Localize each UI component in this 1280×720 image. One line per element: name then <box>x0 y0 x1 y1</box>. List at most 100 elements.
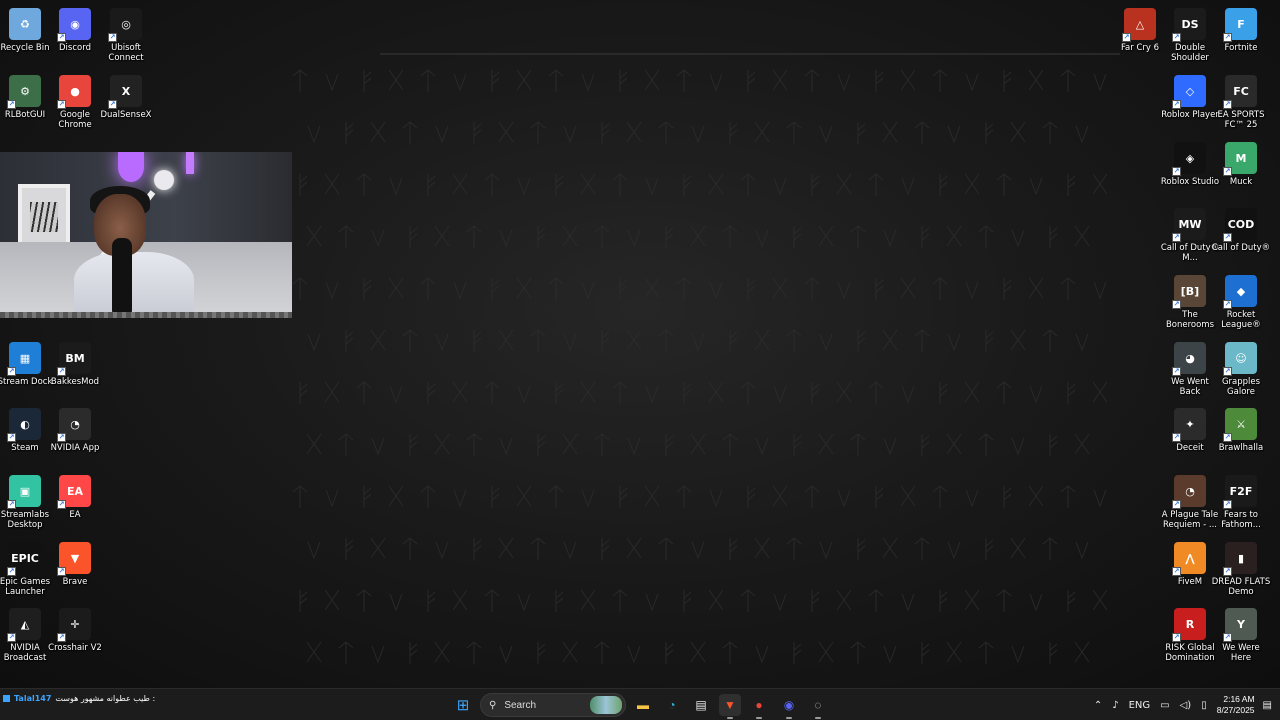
desktop-icon-epic-games[interactable]: EPIC ↗ Epic Games Launcher <box>0 537 50 603</box>
desktop-icon-label: NVIDIA App <box>50 443 100 453</box>
steam-icon: ◐ ↗ <box>7 408 41 442</box>
shortcut-arrow-icon: ↗ <box>1172 167 1181 176</box>
desktop-icon-streamlabs[interactable]: ▣ ↗ Streamlabs Desktop <box>0 470 50 536</box>
running-indicator <box>727 717 733 719</box>
dualsensex-icon: X ↗ <box>108 75 142 109</box>
desktop-icon-bonerooms[interactable]: [B] ↗ The Bonerooms <box>1165 270 1215 336</box>
desktop-icon-steam[interactable]: ◐ ↗ Steam <box>0 403 50 469</box>
desktop-icon-ea-fc[interactable]: FC ↗ EA SPORTS FC™ 25 <box>1216 70 1266 136</box>
desktop-icon-dualsensex[interactable]: X ↗ DualSenseX <box>101 70 152 136</box>
search-icon: ⚲ <box>489 699 497 711</box>
desktop-icon-label: Fears to Fathom... <box>1221 510 1261 530</box>
nvidia-broadcast-icon: ◭ ↗ <box>7 608 41 642</box>
desktop-icon-discord[interactable]: ◉ ↗ Discord <box>50 3 100 69</box>
desktop-icon-roblox-studio[interactable]: ◈ ↗ Roblox Studio <box>1161 137 1219 203</box>
shortcut-arrow-icon: ↗ <box>1172 567 1181 576</box>
volume-icon[interactable]: ◁) <box>1180 700 1192 711</box>
chevron-up-icon[interactable]: ⌃ <box>1094 700 1102 711</box>
shortcut-arrow-icon: ↗ <box>1223 500 1232 509</box>
search-box[interactable]: ⚲ Search <box>480 693 626 717</box>
desktop-wallpaper <box>0 0 1280 688</box>
we-went-back-icon: ◕ ↗ <box>1172 342 1206 376</box>
desktop-icon-bakkesmod[interactable]: BM ↗ BakkesMod <box>50 337 100 403</box>
webcam-overlay <box>0 152 292 318</box>
desktop-icon-ea[interactable]: EA ↗ EA <box>50 470 100 536</box>
desktop-icon-label: Fortnite <box>1224 43 1258 53</box>
taskbar-discord[interactable]: ◉ <box>778 694 800 719</box>
rlbot-icon: ⚙ ↗ <box>7 75 41 109</box>
running-indicator <box>786 717 792 719</box>
desktop-icon-brave[interactable]: ▼ ↗ Brave <box>50 537 100 603</box>
desktop-icon-far-cry[interactable]: △ ↗ Far Cry 6 <box>1115 3 1165 69</box>
clock-time: 2:16 AM <box>1223 694 1255 704</box>
desktop-icon-fivem[interactable]: ⋀ ↗ FiveM <box>1165 537 1215 603</box>
dread-flats-icon: ▮ ↗ <box>1223 542 1257 576</box>
clock[interactable]: 2:16 AM 8/27/2025 <box>1217 694 1255 716</box>
shortcut-arrow-icon: ↗ <box>108 100 117 109</box>
shortcut-arrow-icon: ↗ <box>1223 367 1232 376</box>
desktop-icon-we-were-here[interactable]: Y ↗ We Were Here <box>1216 603 1266 669</box>
chat-icon <box>3 695 10 702</box>
desktop-icon-label: Brawlhalla <box>1218 443 1264 453</box>
desktop-icon-double-shoulder[interactable]: DS ↗ Double Shoulder <box>1165 3 1215 69</box>
grapples-galore-icon: ☺ ↗ <box>1223 342 1257 376</box>
desktop-icon-crosshair[interactable]: ✛ ↗ Crosshair V2 <box>48 603 102 669</box>
desktop-icon-fears-to-fathom[interactable]: F2F ↗ Fears to Fathom... <box>1216 470 1266 536</box>
battery-icon[interactable]: ▯ <box>1201 700 1207 711</box>
desktop-icon-risk[interactable]: R ↗ RISK Global Domination <box>1165 603 1215 669</box>
taskbar-brave[interactable]: ▼ <box>719 694 741 719</box>
notification-icon[interactable]: ▤ <box>1263 700 1272 711</box>
desktop-icon-roblox[interactable]: ◇ ↗ Roblox Player <box>1161 70 1219 136</box>
desktop-icon-fortnite[interactable]: F ↗ Fortnite <box>1216 3 1266 69</box>
desktop-icon-stream-dock[interactable]: ▦ ↗ Stream Dock <box>0 337 52 403</box>
taskbar-file-explorer[interactable]: ▬ <box>632 694 654 716</box>
wallpaper-runes <box>292 53 1120 664</box>
risk-icon: R ↗ <box>1172 608 1206 642</box>
ea-icon: EA ↗ <box>57 475 91 509</box>
desktop-icon-recycle-bin[interactable]: ♻ Recycle Bin <box>0 3 50 69</box>
desktop-icon-brawlhalla[interactable]: ⚔ ↗ Brawlhalla <box>1216 403 1266 469</box>
shortcut-arrow-icon: ↗ <box>1223 167 1232 176</box>
network-icon[interactable]: ▭ <box>1160 700 1169 711</box>
desktop-icon-grapples-galore[interactable]: ☺ ↗ Grapples Galore <box>1216 337 1266 403</box>
crosshair-icon: ✛ ↗ <box>57 608 91 642</box>
shortcut-arrow-icon: ↗ <box>1223 633 1232 642</box>
language-indicator[interactable]: ENG <box>1129 700 1151 711</box>
desktop-icon-dread-flats[interactable]: ▮ ↗ DREAD FLATS Demo <box>1212 537 1270 603</box>
recycle-bin-icon: ♻ <box>9 8 41 40</box>
desktop-icon-label: Call of Duty® <box>1211 243 1271 253</box>
desktop-icon-call-of-duty[interactable]: COD ↗ Call of Duty® <box>1212 203 1270 269</box>
desktop-icon-rocket-league[interactable]: ◆ ↗ Rocket League® <box>1216 270 1266 336</box>
nvidia-app-icon: ◔ ↗ <box>57 408 91 442</box>
shortcut-arrow-icon: ↗ <box>1172 633 1181 642</box>
desktop-icon-label: We Were Here <box>1222 643 1260 663</box>
desktop-icon-ubisoft[interactable]: ◎ ↗ Ubisoft Connect <box>101 3 151 69</box>
desktop-icon-nvidia-broadcast[interactable]: ◭ ↗ NVIDIA Broadcast <box>0 603 50 669</box>
taskbar-obs-streamlabs[interactable]: ◌ <box>807 694 829 719</box>
shortcut-arrow-icon: ↗ <box>1223 33 1232 42</box>
desktop-icon-label: DualSenseX <box>100 110 152 120</box>
search-highlight-image <box>590 696 622 714</box>
ea-fc-icon: FC ↗ <box>1223 75 1257 109</box>
streamlabs-icon: ◌ <box>814 698 822 712</box>
desktop-icon-chrome[interactable]: ● ↗ Google Chrome <box>50 70 100 136</box>
desktop-icon-rlbot[interactable]: ⚙ ↗ RLBotGUI <box>0 70 50 136</box>
desktop-icon-muck[interactable]: M ↗ Muck <box>1216 137 1266 203</box>
shortcut-arrow-icon: ↗ <box>1172 233 1181 242</box>
taskbar-edge[interactable]: ◔ <box>661 694 683 716</box>
taskbar-store[interactable]: ▤ <box>690 694 712 716</box>
roblox-studio-icon: ◈ ↗ <box>1172 142 1206 176</box>
far-cry-icon: △ ↗ <box>1122 8 1156 42</box>
mw3-icon: MW ↗ <box>1172 208 1206 242</box>
desktop-icon-deceit[interactable]: ✦ ↗ Deceit <box>1165 403 1215 469</box>
desktop-icon-plague-tale[interactable]: ◔ ↗ A Plague Tale Requiem - ... <box>1162 470 1218 536</box>
desktop-icon-we-went-back[interactable]: ◕ ↗ We Went Back <box>1165 337 1215 403</box>
desktop-icon-nvidia-app[interactable]: ◔ ↗ NVIDIA App <box>50 403 100 469</box>
microphone <box>112 238 132 318</box>
desktop-icon-mw3[interactable]: MW ↗ Call of Duty® M... <box>1161 203 1219 269</box>
double-shoulder-icon: DS ↗ <box>1172 8 1206 42</box>
microphone-icon[interactable]: ♪ <box>1112 700 1118 711</box>
taskbar-chrome[interactable]: ● <box>748 694 770 719</box>
fortnite-icon: F ↗ <box>1223 8 1257 42</box>
start-button[interactable]: ⊞ <box>452 694 474 716</box>
